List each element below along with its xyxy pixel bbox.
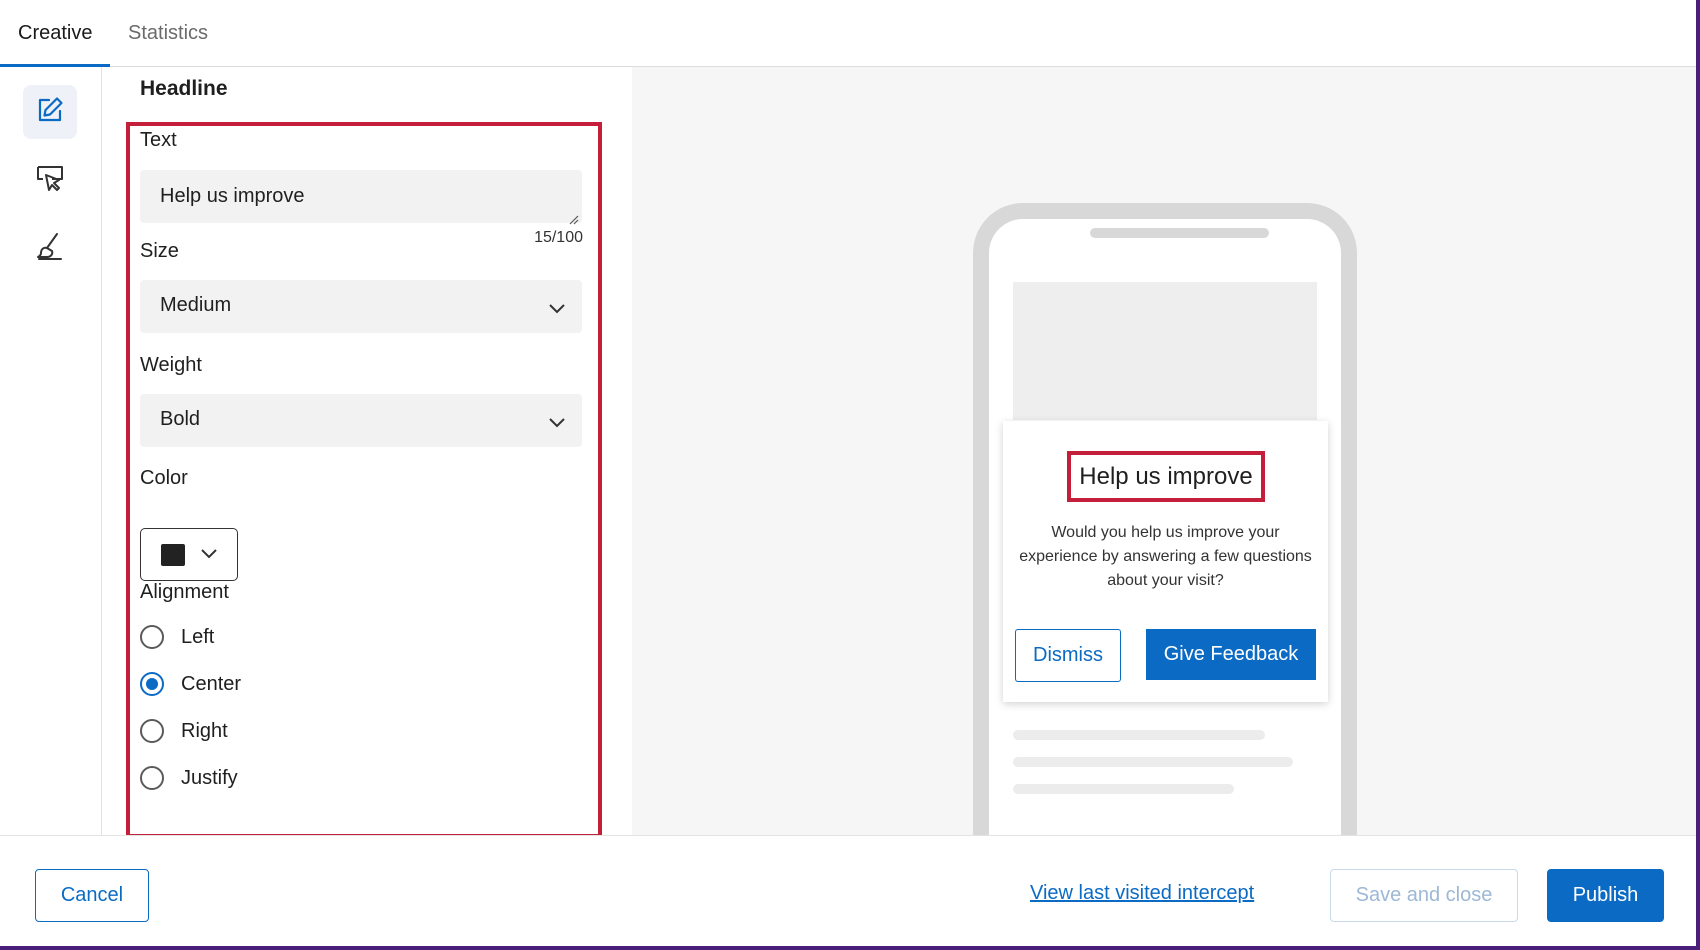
radio-button[interactable] bbox=[140, 719, 164, 743]
weight-select[interactable]: Bold bbox=[140, 394, 582, 447]
chevron-down-icon bbox=[548, 412, 566, 435]
skeleton-line bbox=[1013, 784, 1234, 794]
tab-creative[interactable]: Creative bbox=[18, 0, 92, 67]
placeholder-image bbox=[1013, 282, 1317, 420]
alignment-label: Alignment bbox=[140, 581, 229, 603]
view-intercept-link[interactable]: View last visited intercept bbox=[1030, 882, 1254, 905]
text-label: Text bbox=[140, 129, 177, 151]
section-title: Headline bbox=[140, 77, 228, 100]
weight-value: Bold bbox=[160, 408, 201, 430]
radio-button[interactable] bbox=[140, 766, 164, 790]
radio-button[interactable] bbox=[140, 625, 164, 649]
dismiss-button[interactable]: Dismiss bbox=[1015, 629, 1121, 682]
card-body-text: Would you help us improve your experienc… bbox=[1019, 524, 1312, 589]
intercept-card: Help us improve Would you help us improv… bbox=[1003, 421, 1328, 702]
radio-label: Center bbox=[181, 672, 242, 695]
edit-icon bbox=[35, 95, 65, 130]
character-counter: 15/100 bbox=[534, 229, 583, 246]
headline-text-value: Help us improve bbox=[160, 185, 305, 207]
tab-statistics[interactable]: Statistics bbox=[128, 0, 208, 67]
color-label: Color bbox=[140, 467, 188, 489]
phone-speaker bbox=[1090, 228, 1269, 238]
skeleton-line bbox=[1013, 757, 1293, 767]
tool-rail bbox=[0, 67, 102, 835]
headline-text-input[interactable]: Help us improve bbox=[140, 170, 582, 225]
footer-bar: Cancel View last visited intercept Save … bbox=[0, 835, 1696, 946]
rail-style-button[interactable] bbox=[23, 221, 77, 275]
paintbrush-icon bbox=[35, 231, 65, 266]
resize-handle-icon[interactable] bbox=[567, 208, 579, 225]
radio-label: Left bbox=[181, 625, 215, 648]
app-window: Creative Statistics Headline Text Help u… bbox=[0, 0, 1700, 950]
weight-label: Weight bbox=[140, 354, 202, 376]
card-headline: Help us improve bbox=[1079, 462, 1253, 490]
skeleton-line bbox=[1013, 730, 1265, 740]
radio-align-left[interactable]: Left bbox=[140, 622, 214, 652]
tab-bar: Creative Statistics bbox=[0, 0, 1696, 67]
color-swatch bbox=[161, 544, 185, 566]
rail-behavior-button[interactable] bbox=[23, 153, 77, 207]
radio-align-center[interactable]: Center bbox=[140, 669, 241, 699]
chevron-down-icon bbox=[548, 298, 566, 321]
chevron-down-icon bbox=[200, 547, 218, 565]
radio-label: Right bbox=[181, 719, 228, 742]
size-value: Medium bbox=[160, 294, 232, 316]
radio-align-justify[interactable]: Justify bbox=[140, 763, 238, 793]
headline-editor-panel: Headline Text Help us improve 15/100 Siz… bbox=[103, 67, 631, 838]
give-feedback-button[interactable]: Give Feedback bbox=[1146, 629, 1316, 680]
size-select[interactable]: Medium bbox=[140, 280, 582, 333]
rail-edit-button[interactable] bbox=[23, 85, 77, 139]
pointer-tooltip-icon bbox=[35, 163, 65, 198]
save-and-close-button[interactable]: Save and close bbox=[1330, 869, 1518, 922]
size-label: Size bbox=[140, 240, 179, 262]
cancel-button[interactable]: Cancel bbox=[35, 869, 149, 922]
radio-label: Justify bbox=[181, 766, 238, 789]
publish-button[interactable]: Publish bbox=[1547, 869, 1664, 922]
radio-button-checked[interactable] bbox=[140, 672, 164, 696]
color-picker-button[interactable] bbox=[140, 528, 238, 581]
radio-align-right[interactable]: Right bbox=[140, 716, 228, 746]
headline-highlight: Help us improve bbox=[1067, 451, 1265, 502]
